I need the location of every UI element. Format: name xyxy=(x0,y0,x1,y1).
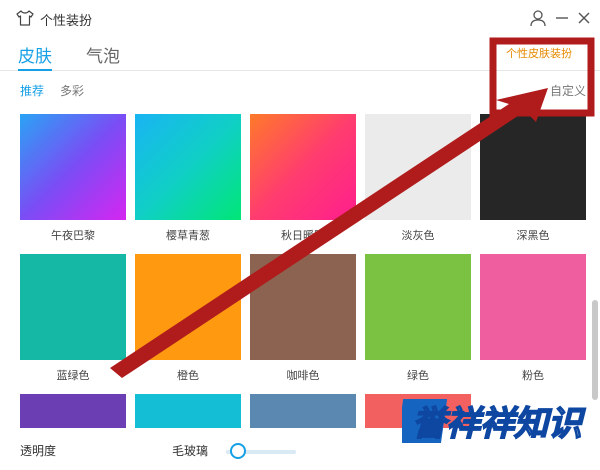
scrollbar[interactable] xyxy=(592,300,598,400)
skin-swatch-label: 咖啡色 xyxy=(286,369,320,382)
skin-swatch[interactable] xyxy=(20,114,126,220)
skin-swatch[interactable] xyxy=(250,394,356,428)
active-tab-indicator xyxy=(18,69,52,71)
watermark-text: 誉祥祥知识 xyxy=(412,404,586,444)
skin-swatch[interactable] xyxy=(365,254,471,360)
frosted-glass-label: 毛玻璃 xyxy=(172,444,209,458)
tab-bubble[interactable]: 气泡 xyxy=(86,42,120,67)
skin-swatch[interactable] xyxy=(20,254,126,360)
skin-swatch[interactable] xyxy=(135,394,241,428)
sub-tabs: 推荐 多彩 xyxy=(0,72,600,104)
promo-banner[interactable]: 个性皮肤装扮 xyxy=(506,45,572,61)
skin-swatch-label: 秋日暖阳 xyxy=(281,229,325,242)
skin-swatch-label: 蓝绿色 xyxy=(56,369,90,382)
slider-thumb[interactable] xyxy=(229,443,246,459)
title-bar: 个性装扮 xyxy=(0,0,600,36)
watermark: 誉祥祥知识 xyxy=(396,393,592,449)
subtab-colorful[interactable]: 多彩 xyxy=(60,82,84,99)
skin-swatch-label: 橙色 xyxy=(177,369,199,382)
skin-swatch[interactable] xyxy=(250,254,356,360)
skin-swatch[interactable] xyxy=(135,114,241,220)
skin-swatch-label: 午夜巴黎 xyxy=(51,229,95,242)
skin-swatch[interactable] xyxy=(480,254,586,360)
subtab-recommended[interactable]: 推荐 xyxy=(20,82,44,99)
skin-swatch-label: 淡灰色 xyxy=(401,229,435,242)
tab-skin[interactable]: 皮肤 xyxy=(18,42,52,67)
skin-swatch-label: 深黑色 xyxy=(516,229,550,242)
skin-swatch[interactable] xyxy=(135,254,241,360)
skin-swatch[interactable] xyxy=(480,114,586,220)
skin-swatch-label: 樱草青葱 xyxy=(166,229,210,242)
skin-swatch-label: 粉色 xyxy=(522,369,544,382)
custom-button[interactable]: 自定义 xyxy=(550,82,586,99)
skin-swatch-label: 绿色 xyxy=(407,369,429,382)
skin-swatch[interactable] xyxy=(250,114,356,220)
minimize-icon[interactable] xyxy=(552,8,572,28)
tshirt-icon xyxy=(16,10,34,26)
skin-swatch[interactable] xyxy=(20,394,126,428)
window-title: 个性装扮 xyxy=(40,14,93,29)
user-icon[interactable] xyxy=(528,8,548,28)
close-icon[interactable] xyxy=(574,8,594,28)
skin-swatch[interactable] xyxy=(365,114,471,220)
transparency-label: 透明度 xyxy=(20,444,57,458)
